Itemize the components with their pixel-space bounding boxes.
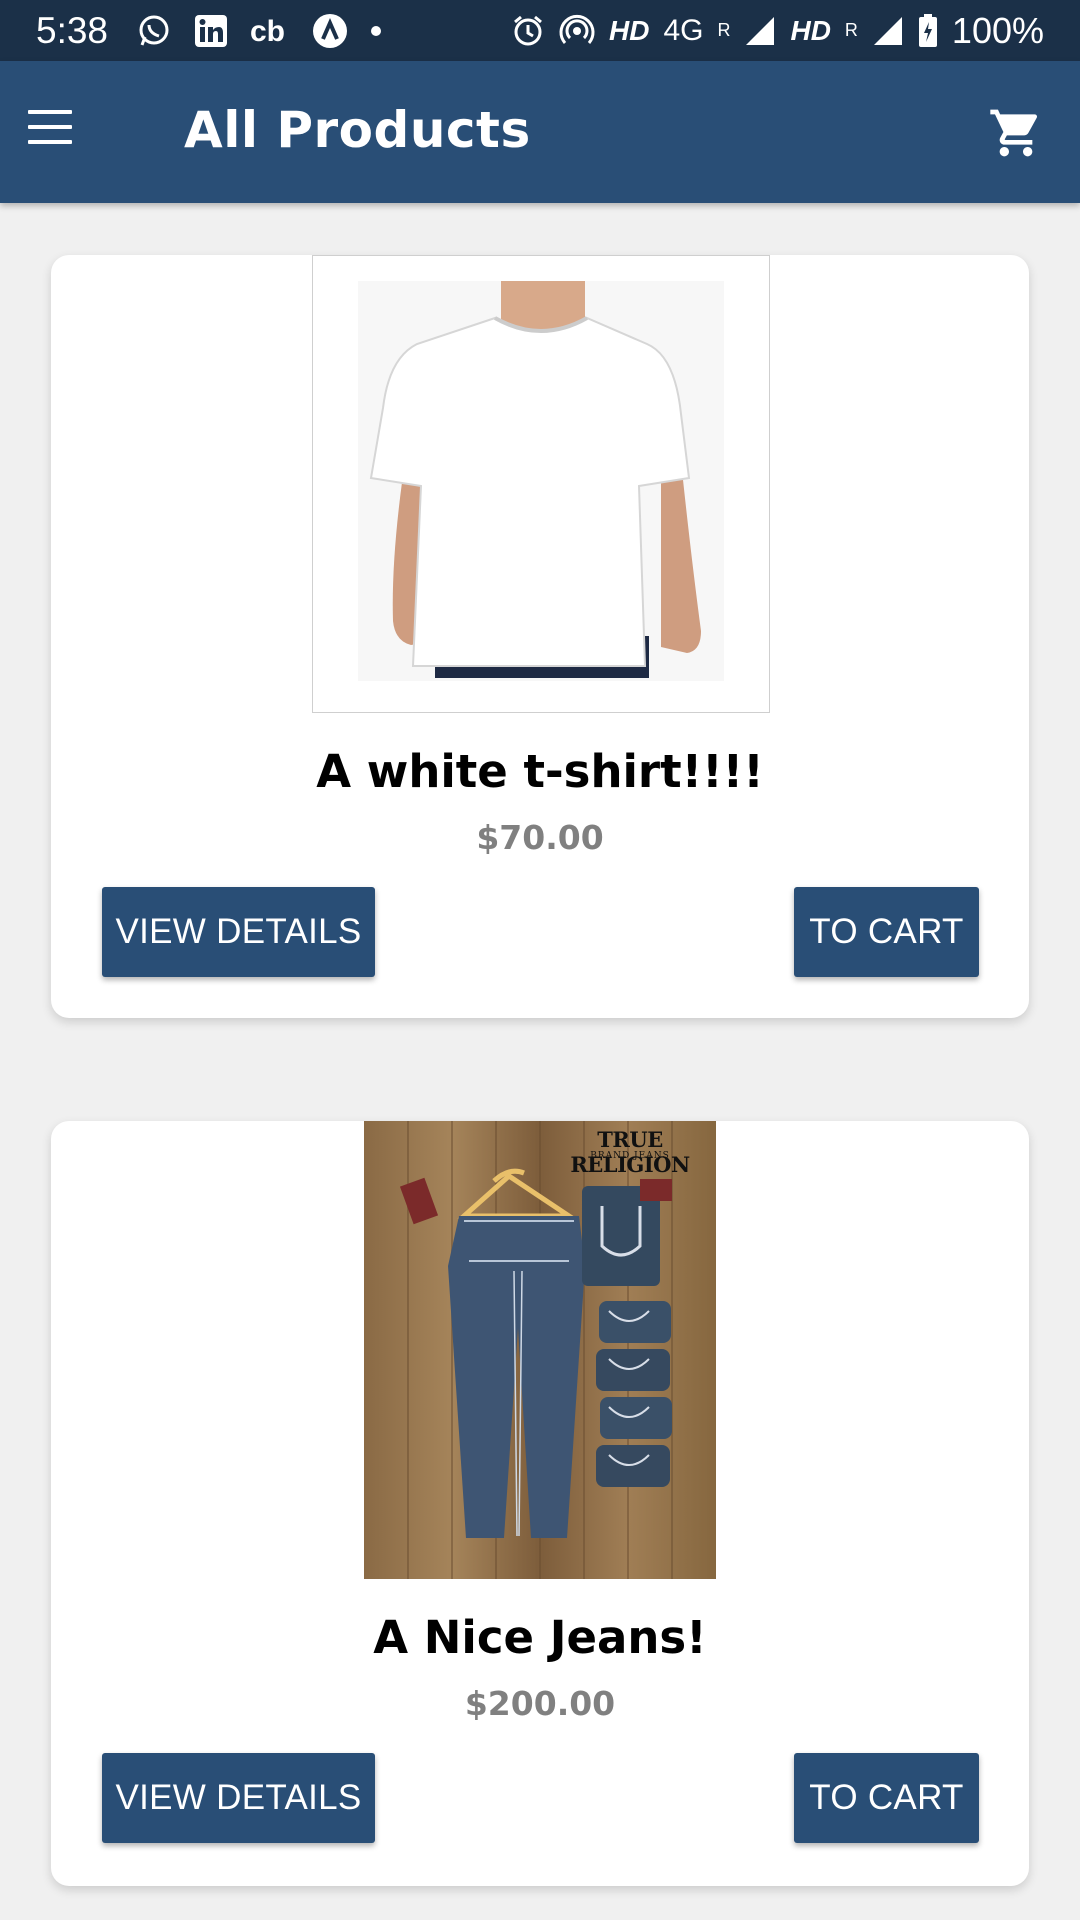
- product-price: $200.00: [464, 1684, 616, 1723]
- cart-icon[interactable]: [988, 105, 1044, 161]
- product-name: A white t-shirt!!!!: [316, 745, 764, 798]
- product-card: TRUE RELIGION BRAND JEANS A Nice Jeans! …: [51, 1121, 1029, 1886]
- battery-percent: 100%: [951, 9, 1044, 51]
- jeans-photo: [364, 1121, 716, 1579]
- product-image: [312, 255, 770, 713]
- signal-icon: [872, 15, 904, 47]
- system-icons: HD 4G R HD R 100%: [511, 10, 1044, 52]
- notification-icons: cb: [136, 13, 382, 49]
- more-notifications-dot-icon: [370, 25, 382, 37]
- app-bar: All Products: [0, 61, 1080, 203]
- whatsapp-icon: [136, 13, 172, 49]
- battery-charging-icon: [918, 13, 938, 48]
- product-price: $70.00: [476, 818, 604, 857]
- hotspot-icon: [559, 13, 595, 49]
- svg-text:cb: cb: [250, 15, 285, 48]
- roaming-label-2: R: [844, 19, 858, 40]
- product-image: TRUE RELIGION BRAND JEANS: [364, 1121, 716, 1579]
- network-label-1: HD: [608, 14, 650, 46]
- view-details-button[interactable]: VIEW DETAILS: [102, 887, 375, 977]
- product-name: A Nice Jeans!: [373, 1611, 707, 1664]
- network-type-label: 4G: [663, 13, 704, 47]
- product-card: A white t-shirt!!!! $70.00 VIEW DETAILS …: [51, 255, 1029, 1018]
- app-notification-icon: [312, 13, 348, 49]
- status-time: 5:38: [36, 9, 109, 51]
- status-bar: 5:38 cb HD 4G R HD R 100%: [0, 0, 1080, 61]
- menu-icon[interactable]: [28, 110, 72, 144]
- network-label-2: HD: [790, 14, 831, 46]
- signal-icon: [744, 15, 776, 47]
- page-title: All Products: [184, 101, 531, 159]
- crunchbase-icon: cb: [250, 14, 290, 48]
- alarm-icon: [511, 14, 545, 48]
- white-tshirt-photo: [358, 281, 724, 681]
- brand-logo-subtext: BRAND JEANS: [590, 1151, 670, 1161]
- linkedin-icon: [194, 14, 228, 48]
- to-cart-button[interactable]: TO CART: [794, 1753, 979, 1843]
- roaming-label-1: R: [717, 19, 731, 40]
- view-details-button[interactable]: VIEW DETAILS: [102, 1753, 375, 1843]
- to-cart-button[interactable]: TO CART: [794, 887, 979, 977]
